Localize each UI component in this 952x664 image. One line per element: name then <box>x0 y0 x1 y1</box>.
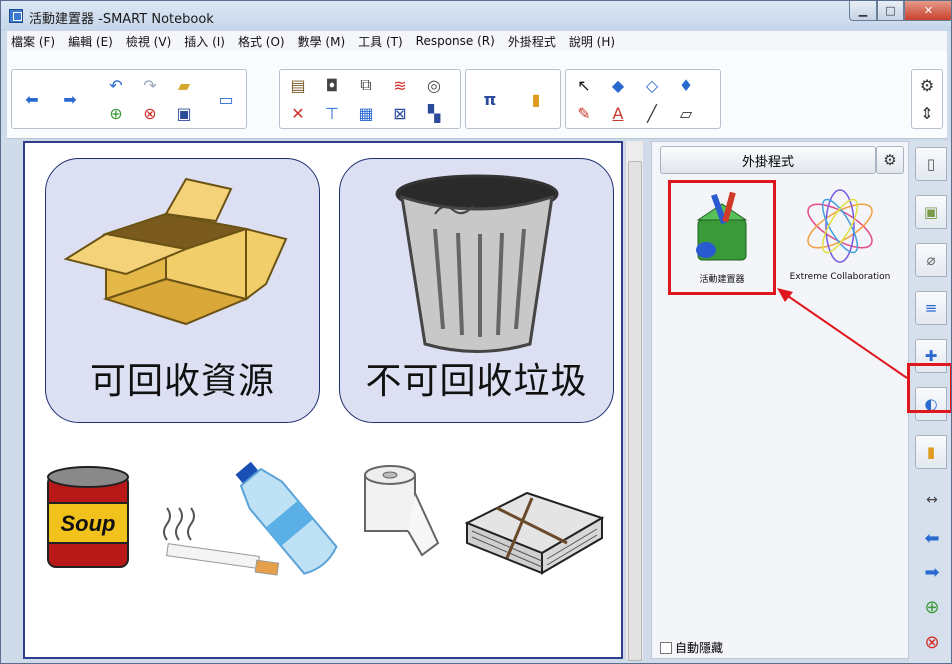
toilet-paper-image[interactable] <box>360 463 450 563</box>
pens-icon[interactable]: ✎ <box>570 100 598 126</box>
app-window: 活動建置器 -SMART Notebook ▁ □ ✕ 檔案 (F) 編輯 (E… <box>0 0 952 664</box>
forward-arrow-icon[interactable]: ➡ <box>56 86 84 112</box>
menu-help[interactable]: 說明 (H) <box>569 33 615 50</box>
redo-icon[interactable]: ↷ <box>136 72 164 98</box>
menu-edit[interactable]: 編輯 (E) <box>68 33 113 50</box>
previous-page-icon[interactable]: ⬅ <box>919 527 945 549</box>
annotation-arrow <box>777 288 908 379</box>
gallery-tab-icon[interactable]: ▣ <box>915 195 947 229</box>
maximize-button[interactable]: □ <box>877 1 904 21</box>
delete-page-side-icon[interactable]: ⊗ <box>919 631 945 653</box>
minimize-button[interactable]: ▁ <box>849 1 877 21</box>
properties-tab-icon[interactable]: ≡ <box>915 291 947 325</box>
window-title: 活動建置器 -SMART Notebook <box>29 12 214 27</box>
autohide-toggle[interactable]: 自動隱藏 <box>660 639 723 656</box>
lesson-activity-tab-icon[interactable]: ▮ <box>915 435 947 469</box>
save-icon[interactable]: ▣ <box>170 100 198 126</box>
activity-icon[interactable]: ▮ <box>522 86 550 112</box>
menu-response[interactable]: Response (R) <box>416 34 495 48</box>
autohide-label: 自動隱藏 <box>675 641 724 655</box>
menu-insert[interactable]: 插入 (I) <box>184 33 225 50</box>
eraser-tool-icon[interactable]: ▱ <box>672 100 700 126</box>
gear-icon[interactable]: ⚙ <box>913 72 941 98</box>
cardboard-box-icon <box>63 177 288 326</box>
open-folder-icon[interactable]: ▰ <box>170 72 198 98</box>
scrollbar-thumb[interactable] <box>628 161 642 661</box>
toolbar-group-math: π ▮ <box>465 69 561 129</box>
menu-file[interactable]: 檔案 (F) <box>11 33 55 50</box>
screen-capture-icon[interactable]: ◘ <box>318 72 346 98</box>
panel-switch-icon[interactable]: ↔ <box>919 489 945 511</box>
toolbar-group-edit: ▤ ◘ ⧉ ≋ ◎ ✕ ⊤ ▦ ⊠ ▚ <box>279 69 461 129</box>
eraser-icon[interactable]: ◇ <box>638 72 666 98</box>
line-icon[interactable]: ╱ <box>638 100 666 126</box>
add-page-side-icon[interactable]: ⊕ <box>919 596 945 618</box>
addons-dropdown[interactable]: 外掛程式 <box>660 146 876 174</box>
highlight-box-tab <box>907 363 951 413</box>
table-icon[interactable]: ▦ <box>352 100 380 126</box>
menu-bar: 檔案 (F) 編輯 (E) 檢視 (V) 插入 (I) 格式 (O) 數學 (M… <box>7 31 947 51</box>
back-arrow-icon[interactable]: ⬅ <box>18 86 46 112</box>
math-pi-icon[interactable]: π <box>476 86 504 112</box>
select-arrow-icon[interactable]: ↖ <box>570 72 598 98</box>
newspaper-bundle-image[interactable] <box>457 463 607 578</box>
autohide-checkbox[interactable] <box>660 641 672 654</box>
attachments-tab-icon[interactable]: ⌀ <box>915 243 947 277</box>
dual-page-icon[interactable]: ▚ <box>420 100 448 126</box>
non-recyclable-label: 不可回收垃圾 <box>365 361 588 402</box>
next-page-icon[interactable]: ➡ <box>919 561 945 583</box>
page-sorter-tab-icon[interactable]: ▯ <box>915 147 947 181</box>
menu-tools[interactable]: 工具 (T) <box>358 33 403 50</box>
title-bar: 活動建置器 -SMART Notebook ▁ □ ✕ <box>1 1 951 31</box>
toolbar-group-draw: ↖ ◆ ◇ ♦ ✎ A ╱ ▱ <box>565 69 721 129</box>
close-button[interactable]: ✕ <box>904 1 951 21</box>
add-page-icon[interactable]: ⊕ <box>102 100 130 126</box>
menu-math[interactable]: 數學 (M) <box>298 33 346 50</box>
page-scrollbar[interactable] <box>625 141 643 661</box>
menu-addons[interactable]: 外掛程式 <box>508 33 556 50</box>
panel-gear-icon[interactable]: ⚙ <box>876 146 904 174</box>
addons-panel: 外掛程式 ⚙ 活動建置器 Extreme Collaboration 自動隱藏 <box>651 141 909 659</box>
spiral-flower-icon <box>807 189 873 263</box>
app-icon <box>9 9 23 23</box>
screen-share-icon[interactable]: ▭ <box>212 86 240 112</box>
non-recyclable-card[interactable]: 不可回收垃圾 <box>339 158 614 423</box>
fill-icon[interactable]: ♦ <box>672 72 700 98</box>
menu-format[interactable]: 格式 (O) <box>238 33 285 50</box>
soup-label: Soup <box>61 511 116 536</box>
fullscreen-icon[interactable]: ⊠ <box>386 100 414 126</box>
clone-icon[interactable]: ⧉ <box>352 72 380 98</box>
soup-can-image[interactable]: Soup <box>43 463 133 578</box>
undo-icon[interactable]: ↶ <box>102 72 130 98</box>
addon-extreme-collaboration[interactable]: Extreme Collaboration <box>786 182 894 295</box>
trash-can-icon <box>395 174 559 353</box>
notebook-page[interactable]: 可回收資源 不可回收垃圾 Soup <box>23 141 623 659</box>
menu-view[interactable]: 檢視 (V) <box>126 33 171 50</box>
addon-extreme-collaboration-label: Extreme Collaboration <box>789 272 891 282</box>
toolbar-group-file: ⬅ ➡ ↶ ↷ ▰ ⊕ ⊗ ▣ ▭ <box>11 69 247 129</box>
delete-page-icon[interactable]: ⊗ <box>136 100 164 126</box>
record-icon[interactable]: ◎ <box>420 72 448 98</box>
clear-ink-icon[interactable]: ≋ <box>386 72 414 98</box>
highlight-box-addon <box>668 180 776 295</box>
screen-shade-icon[interactable]: ⊤ <box>318 100 346 126</box>
recyclable-label: 可回收資源 <box>89 361 275 402</box>
text-icon[interactable]: A <box>604 100 632 126</box>
recyclable-card[interactable]: 可回收資源 <box>45 158 320 423</box>
toolbar: ⬅ ➡ ↶ ↷ ▰ ⊕ ⊗ ▣ ▭ ▤ ◘ ⧉ ≋ ◎ ✕ ⊤ ▦ ⊠ ▚ π … <box>7 51 947 139</box>
delete-icon[interactable]: ✕ <box>284 100 312 126</box>
paste-icon[interactable]: ▤ <box>284 72 312 98</box>
water-bottle-image[interactable] <box>220 453 350 583</box>
toolbar-group-settings: ⚙ ⇕ <box>911 69 943 129</box>
shapes-icon[interactable]: ◆ <box>604 72 632 98</box>
move-toolbar-icon[interactable]: ⇕ <box>913 100 941 126</box>
